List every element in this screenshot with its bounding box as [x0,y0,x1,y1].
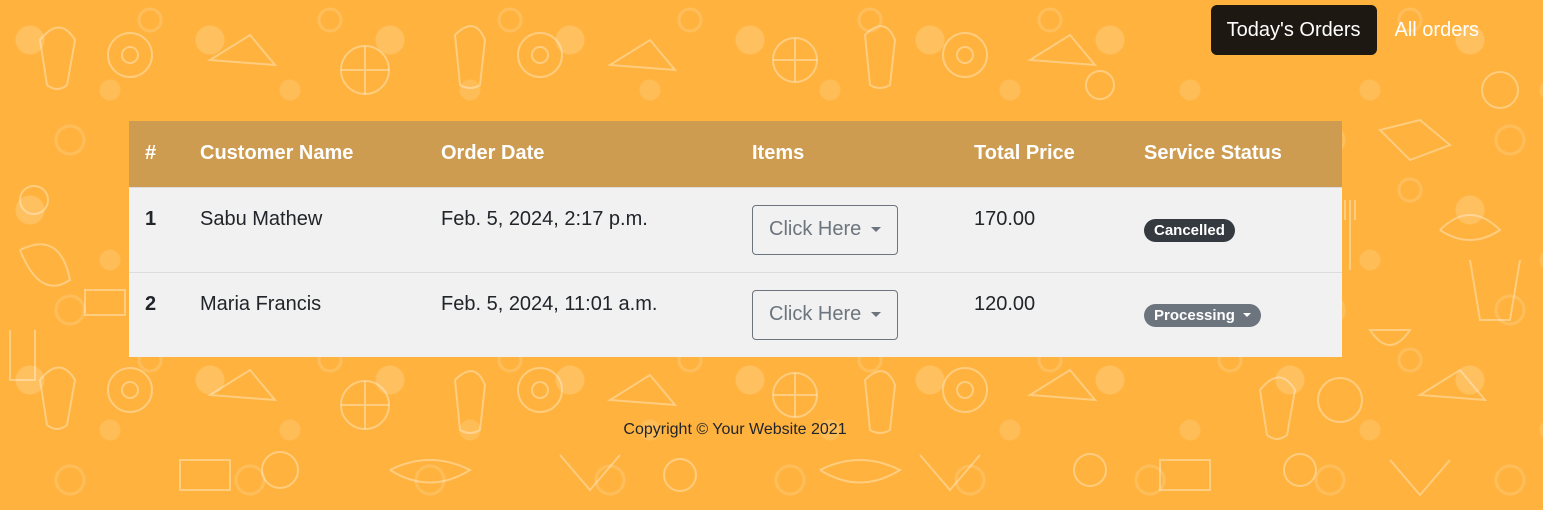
order-date: Feb. 5, 2024, 11:01 a.m. [441,293,658,316]
header-total-price: Total Price [974,142,1075,165]
nav-todays-orders[interactable]: Today's Orders [1210,5,1377,55]
orders-table-container: # Customer Name Order Date Items Total P… [129,121,1342,357]
header-service-status: Service Status [1144,142,1282,165]
table-row: 1 Sabu Mathew Feb. 5, 2024, 2:17 p.m. Cl… [129,187,1342,272]
nav-all-orders[interactable]: All orders [1393,5,1481,55]
items-dropdown-label: Click Here [769,218,862,240]
items-cell: Click Here [736,187,958,272]
top-navigation: Today's Orders All orders [1210,5,1481,55]
table-row: 2 Maria Francis Feb. 5, 2024, 11:01 a.m.… [129,272,1342,357]
header-number: # [145,142,157,165]
items-dropdown-label: Click Here [769,303,862,326]
table-header-row: # Customer Name Order Date Items Total P… [129,121,1342,187]
customer-name: Sabu Mathew [200,208,323,230]
caret-down-icon [871,312,882,318]
orders-table: # Customer Name Order Date Items Total P… [129,121,1342,357]
status-label: Processing [1154,306,1235,324]
header-items: Items [752,142,805,165]
header-customer-name: Customer Name [200,142,354,165]
customer-name: Maria Francis [200,293,322,316]
status-badge: Cancelled [1144,218,1235,242]
total-price: 120.00 [974,293,1036,316]
row-number: 1 [145,208,157,230]
caret-down-icon [871,227,882,232]
footer-copyright: Copyright © Your Website 2021 [623,421,847,438]
items-dropdown-button[interactable]: Click Here [752,204,899,255]
order-date: Feb. 5, 2024, 2:17 p.m. [441,208,648,230]
service-status-cell: Processing [1128,272,1342,357]
total-price: 170.00 [974,208,1036,230]
row-number: 2 [145,293,157,316]
service-status-cell: Cancelled [1128,187,1342,272]
status-dropdown-badge[interactable]: Processing [1144,303,1261,327]
items-cell: Click Here [736,272,958,357]
items-dropdown-button[interactable]: Click Here [752,289,899,340]
header-order-date: Order Date [441,142,545,165]
caret-down-icon [1242,313,1251,318]
status-label: Cancelled [1154,221,1225,239]
